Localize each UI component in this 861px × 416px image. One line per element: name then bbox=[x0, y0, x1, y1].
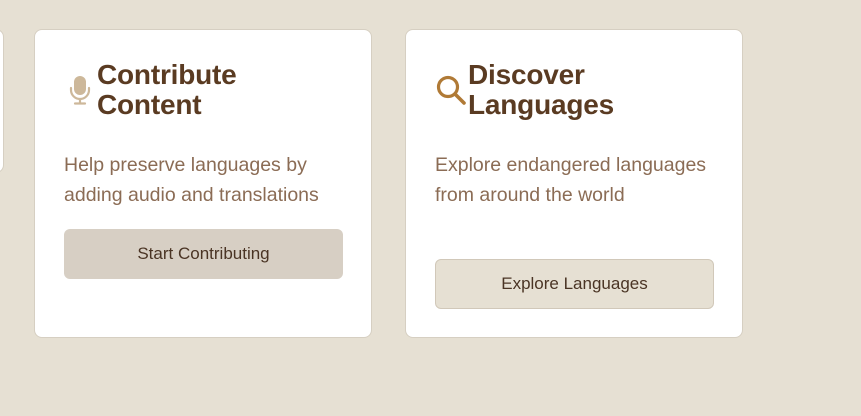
explore-languages-button[interactable]: Explore Languages bbox=[435, 259, 714, 309]
discover-languages-card: Discover Languages Explore endangered la… bbox=[405, 29, 743, 338]
start-contributing-button[interactable]: Start Contributing bbox=[64, 229, 343, 279]
card-header: Contribute Content bbox=[64, 60, 237, 120]
microphone-icon bbox=[64, 74, 96, 106]
card-title-line: Languages bbox=[468, 89, 615, 120]
contribute-content-card: Contribute Content Help preserve languag… bbox=[34, 29, 372, 338]
card-header: Discover Languages bbox=[435, 60, 614, 120]
card-title: Contribute Content bbox=[97, 60, 237, 120]
card-description: Explore endangered languages from around… bbox=[435, 154, 707, 206]
card-title-line: Contribute bbox=[97, 59, 237, 90]
card-title-line: Discover bbox=[468, 59, 585, 90]
card-description: Help preserve languages by adding audio … bbox=[64, 154, 319, 206]
search-icon bbox=[435, 74, 467, 106]
card-title: Discover Languages bbox=[468, 60, 614, 120]
card-title-line: Content bbox=[97, 89, 202, 120]
page: Contribute Content Help preserve languag… bbox=[0, 0, 861, 416]
previous-card-edge bbox=[0, 29, 4, 173]
